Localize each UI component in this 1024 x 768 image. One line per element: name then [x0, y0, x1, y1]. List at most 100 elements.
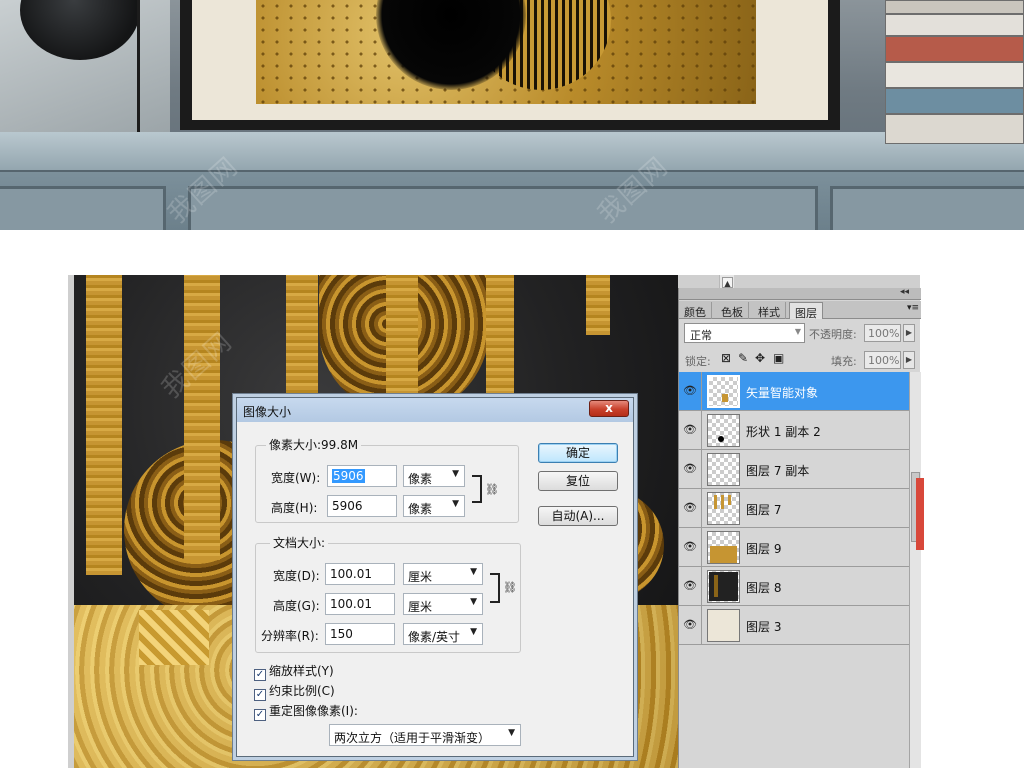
checkmark-icon: ✓ [254, 689, 266, 701]
fill-slider-arrow-icon[interactable]: ▶ [903, 351, 915, 369]
layer-name: 图层 3 [746, 620, 782, 634]
reset-button[interactable]: 复位 [538, 471, 618, 491]
layer-row[interactable]: 👁 图层 7 副本 [679, 450, 909, 489]
layer-row[interactable]: 👁 形状 1 副本 2 [679, 411, 909, 450]
doc-height-label: 高度(G): [273, 599, 320, 613]
cabinet-panel [830, 186, 1024, 230]
ok-button[interactable]: 确定 [538, 443, 618, 463]
top-product-photo: 我图网 我图网 [0, 0, 1024, 230]
layer-row[interactable]: 👁 图层 7 [679, 489, 909, 528]
pixel-height-unit: 像素 [408, 502, 433, 516]
tab-styles[interactable]: 样式 [753, 302, 786, 319]
layer-name: 图层 9 [746, 542, 782, 556]
eye-icon[interactable]: 👁 [681, 539, 699, 555]
eye-icon[interactable]: 👁 [681, 461, 699, 477]
image-size-dialog: 图像大小 x 像素大小:99.8M 宽度(W): 5906 像素 ▼ 高度(H):… [236, 397, 634, 757]
layer-row[interactable]: 👁 图层 8 [679, 567, 909, 606]
opacity-label: 不透明度: [809, 328, 857, 341]
opacity-field[interactable]: 100% [864, 324, 901, 342]
doc-width-input[interactable]: 100.01 [325, 563, 395, 585]
pixel-height-unit-select[interactable]: 像素 ▼ [403, 495, 465, 517]
resample-method-select[interactable]: 两次立方（适用于平滑渐变） ▼ [329, 724, 521, 746]
brush-icon[interactable]: ✎ [738, 351, 748, 365]
layer-thumbnail [707, 453, 740, 486]
doc-height-unit-select[interactable]: 厘米 ▼ [403, 593, 483, 615]
blend-mode-value: 正常 [690, 329, 712, 342]
eye-icon[interactable]: 👁 [681, 578, 699, 594]
tab-layers[interactable]: 图层 [789, 302, 823, 320]
doc-height-input[interactable]: 100.01 [325, 593, 395, 615]
layers-panel: ◂◂ 颜色 色板 样式 图层 ▾≡ 正常 ▼ 不透明度: 100% ▶ 锁定: … [678, 287, 921, 768]
panel-menu-icon[interactable]: ▾≡ [907, 303, 919, 313]
pixel-width-input[interactable]: 5906 [327, 465, 397, 487]
chain-link-icon: ⛓ [503, 581, 517, 594]
fill-label: 填充: [831, 355, 857, 368]
lock-transparent-icon[interactable]: ⊠ [721, 351, 731, 365]
panel-header-strip: ◂◂ [679, 287, 921, 300]
chevron-down-icon: ▼ [452, 469, 459, 479]
layer-thumbnail [707, 609, 740, 642]
layers-list: 👁 矢量智能对象 👁 形状 1 副本 2 👁 图层 7 副本 👁 图层 7 👁 … [679, 372, 909, 646]
pixel-width-unit-select[interactable]: 像素 ▼ [403, 465, 465, 487]
chevron-down-icon: ▼ [508, 728, 515, 738]
layer-name: 图层 7 副本 [746, 464, 810, 478]
close-button[interactable]: x [589, 400, 629, 417]
link-bracket [472, 475, 482, 503]
layer-thumbnail [707, 570, 740, 603]
collapse-panel-icon[interactable]: ◂◂ [900, 287, 909, 297]
layer-thumbnail [707, 414, 740, 447]
constrain-proportions-checkbox[interactable]: ✓ 约束比例(C) [254, 682, 335, 701]
layer-thumbnail [707, 531, 740, 564]
canvas-gold-bar [586, 275, 610, 335]
resample-checkbox[interactable]: ✓ 重定图像像素(I): [254, 702, 358, 721]
fill-field[interactable]: 100% [864, 351, 901, 369]
pixel-width-value: 5906 [332, 469, 365, 483]
link-bracket [490, 573, 500, 603]
pixel-height-label: 高度(H): [271, 501, 318, 515]
doc-width-unit-select[interactable]: 厘米 ▼ [403, 563, 483, 585]
eye-icon[interactable]: 👁 [681, 383, 699, 399]
panel-tabs: 颜色 色板 样式 图层 ▾≡ [679, 301, 921, 320]
layer-name: 图层 8 [746, 581, 782, 595]
chevron-down-icon: ▼ [452, 499, 459, 509]
resolution-unit-select[interactable]: 像素/英寸 ▼ [403, 623, 483, 645]
cabinet-panel [188, 186, 818, 230]
canvas-mosaic-patch [139, 610, 209, 665]
eye-icon[interactable]: 👁 [681, 422, 699, 438]
layer-row[interactable]: 👁 矢量智能对象 [679, 372, 909, 411]
layers-scrollbar[interactable] [909, 372, 921, 768]
chain-link-icon: ⛓ [485, 483, 499, 496]
eye-icon[interactable]: 👁 [681, 500, 699, 516]
book-stack [885, 0, 1024, 150]
layer-row[interactable]: 👁 图层 3 [679, 606, 909, 645]
pixel-height-input[interactable]: 5906 [327, 495, 397, 517]
scroll-up-arrow-icon[interactable]: ▲ [722, 277, 733, 288]
checkmark-icon: ✓ [254, 709, 266, 721]
close-icon: x [605, 401, 613, 415]
canvas-gold-bar [386, 275, 418, 395]
blend-mode-select[interactable]: 正常 ▼ [684, 323, 805, 343]
layer-name: 形状 1 副本 2 [746, 425, 821, 439]
auto-button[interactable]: 自动(A)... [538, 506, 618, 526]
layer-thumbnail [707, 492, 740, 525]
cabinet-panel [0, 186, 166, 230]
eye-icon[interactable]: 👁 [681, 617, 699, 633]
layer-row[interactable]: 👁 图层 9 [679, 528, 909, 567]
resolution-label: 分辨率(R): [261, 629, 319, 643]
resolution-input[interactable]: 150 [325, 623, 395, 645]
layer-name: 矢量智能对象 [746, 386, 819, 400]
scale-styles-checkbox[interactable]: ✓ 缩放样式(Y) [254, 662, 334, 681]
glass-frame [0, 0, 140, 140]
dialog-titlebar[interactable]: 图像大小 x [237, 398, 633, 422]
chevron-down-icon: ▼ [794, 327, 801, 336]
resample-method-value: 两次立方（适用于平滑渐变） [334, 731, 491, 745]
chevron-down-icon: ▼ [470, 567, 477, 577]
canvas-gold-bar [86, 275, 122, 575]
move-icon[interactable]: ✥ [755, 351, 765, 365]
opacity-slider-arrow-icon[interactable]: ▶ [903, 324, 915, 342]
dialog-title: 图像大小 [243, 405, 292, 419]
tab-color[interactable]: 颜色 [679, 302, 712, 319]
lock-icon[interactable]: ▣ [773, 351, 784, 365]
pixel-width-unit: 像素 [408, 472, 433, 486]
tab-swatches[interactable]: 色板 [716, 302, 749, 319]
